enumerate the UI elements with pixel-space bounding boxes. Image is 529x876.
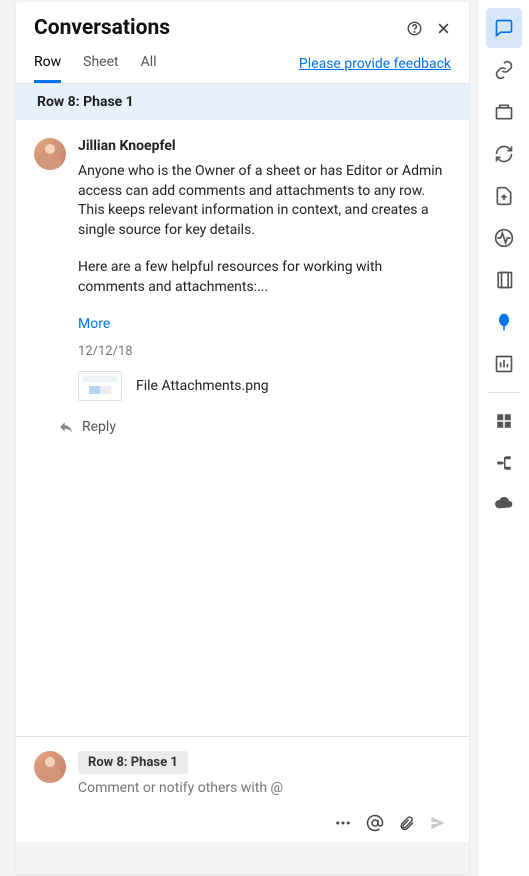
comment-text: Anyone who is the Owner of a sheet or ha… bbox=[78, 162, 451, 298]
grid-icon[interactable] bbox=[486, 401, 522, 441]
tab-row[interactable]: Row bbox=[34, 54, 61, 83]
feedback-link[interactable]: Please provide feedback bbox=[299, 56, 451, 82]
attachment-thumbnail bbox=[78, 371, 122, 401]
help-icon[interactable] bbox=[407, 21, 422, 36]
comment-input[interactable]: Comment or notify others with @ bbox=[78, 780, 451, 796]
panel-header: Conversations bbox=[16, 2, 469, 40]
mention-icon[interactable] bbox=[366, 814, 384, 832]
comment-item: Jillian Knoepfel Anyone who is the Owner… bbox=[34, 138, 451, 435]
tab-sheet[interactable]: Sheet bbox=[83, 54, 118, 83]
attachment-row[interactable]: File Attachments.png bbox=[78, 371, 451, 401]
proofs-icon[interactable] bbox=[486, 92, 522, 132]
composer: Row 8: Phase 1 Comment or notify others … bbox=[16, 736, 469, 842]
comment-thread: Jillian Knoepfel Anyone who is the Owner… bbox=[16, 120, 469, 736]
context-chip[interactable]: Row 8: Phase 1 bbox=[78, 751, 188, 774]
activity-log-icon[interactable] bbox=[486, 218, 522, 258]
panel-title: Conversations bbox=[34, 16, 407, 40]
conversations-panel: Conversations Row Sheet All Please provi… bbox=[16, 2, 469, 874]
avatar bbox=[34, 751, 66, 783]
send-icon[interactable] bbox=[429, 814, 447, 832]
attach-icon[interactable] bbox=[398, 815, 415, 832]
tabs-row: Row Sheet All Please provide feedback bbox=[16, 40, 469, 84]
publish-icon[interactable] bbox=[486, 176, 522, 216]
tab-all[interactable]: All bbox=[141, 54, 157, 83]
more-options-icon[interactable] bbox=[334, 814, 352, 832]
connector-icon[interactable] bbox=[486, 443, 522, 483]
work-insights-icon[interactable] bbox=[486, 344, 522, 384]
reply-button[interactable]: Reply bbox=[58, 419, 451, 435]
update-requests-icon[interactable] bbox=[486, 134, 522, 174]
context-bar[interactable]: Row 8: Phase 1 bbox=[16, 84, 469, 120]
right-rail bbox=[477, 0, 529, 876]
summary-icon[interactable] bbox=[486, 260, 522, 300]
brandfolder-icon[interactable] bbox=[486, 302, 522, 342]
conversations-icon[interactable] bbox=[486, 8, 522, 48]
reply-icon bbox=[58, 419, 74, 435]
cloud-icon[interactable] bbox=[486, 485, 522, 525]
comment-author: Jillian Knoepfel bbox=[78, 138, 451, 154]
avatar bbox=[34, 138, 66, 170]
attachments-icon[interactable] bbox=[486, 50, 522, 90]
close-icon[interactable] bbox=[436, 21, 451, 36]
more-link[interactable]: More bbox=[78, 316, 110, 332]
comment-date: 12/12/18 bbox=[78, 344, 451, 359]
attachment-name: File Attachments.png bbox=[136, 378, 269, 394]
